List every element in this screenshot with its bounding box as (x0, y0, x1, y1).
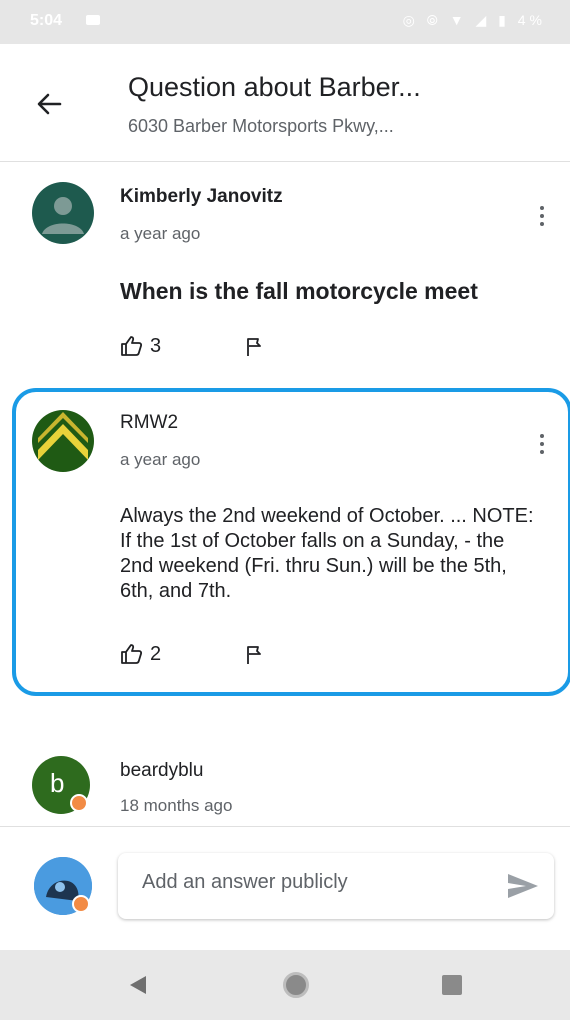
post-time: a year ago (120, 224, 201, 243)
nav-back-button[interactable] (128, 974, 148, 1001)
flag-icon (247, 338, 261, 356)
like-count: 2 (150, 642, 162, 665)
like-button[interactable]: 2 (120, 642, 161, 666)
thumb-up-icon (121, 336, 143, 356)
app-header: Question about Barber... 6030 Barber Mot… (0, 44, 570, 162)
author-name[interactable]: Kimberly Janovitz (120, 186, 283, 208)
notification-icon (86, 15, 100, 25)
question-item: Kimberly Janovitz a year ago When is the… (0, 162, 570, 388)
local-guide-badge-icon (72, 895, 90, 913)
answer-input[interactable] (142, 871, 482, 894)
avatar-letter: b (50, 768, 65, 798)
answer-composer (0, 826, 570, 950)
system-nav-bar (0, 950, 570, 1020)
like-count: 3 (150, 334, 162, 357)
answer-item: RMW2 a year ago Always the 2nd weekend o… (0, 392, 570, 692)
author-name[interactable]: RMW2 (120, 412, 178, 434)
flag-button[interactable] (244, 336, 264, 363)
more-vertical-icon[interactable] (536, 204, 548, 234)
page-subtitle: 6030 Barber Motorsports Pkwy,... (128, 116, 394, 136)
nav-recents-button[interactable] (442, 975, 462, 995)
answer-item: b beardyblu 18 months ago (0, 740, 570, 826)
more-vertical-icon[interactable] (536, 432, 548, 462)
question-text: When is the fall motorcycle meet (120, 278, 478, 304)
status-bar: 5:04 ◎ ⦾ ▼ ◢ ▮ 4% (0, 0, 570, 44)
page-title: Question about Barber... (128, 72, 421, 102)
arrow-left-icon (37, 93, 62, 115)
flag-icon (247, 646, 261, 664)
answer-text: Always the 2nd weekend of October. ... N… (120, 505, 534, 602)
post-time: a year ago (120, 450, 201, 469)
send-button[interactable] (506, 871, 540, 901)
back-button[interactable] (30, 84, 70, 124)
status-icons: ◎ ⦾ ▼ ◢ ▮ 4% (402, 12, 546, 28)
triangle-back-icon (130, 976, 146, 994)
local-guide-badge-icon (70, 794, 88, 812)
user-avatar (34, 857, 92, 915)
status-time: 5:04 (30, 12, 63, 29)
post-time: 18 months ago (120, 796, 233, 815)
avatar[interactable] (32, 410, 94, 472)
nav-home-button[interactable] (283, 972, 309, 998)
flag-button[interactable] (244, 644, 264, 671)
like-button[interactable]: 3 (120, 334, 161, 358)
avatar[interactable] (32, 182, 94, 244)
chevron-logo-icon (38, 412, 88, 460)
answer-input-box[interactable] (118, 853, 554, 919)
avatar[interactable]: b (32, 756, 90, 814)
author-name[interactable]: beardyblu (120, 760, 203, 782)
thumb-up-icon (121, 644, 143, 664)
person-icon (42, 197, 84, 234)
send-icon (508, 874, 538, 898)
